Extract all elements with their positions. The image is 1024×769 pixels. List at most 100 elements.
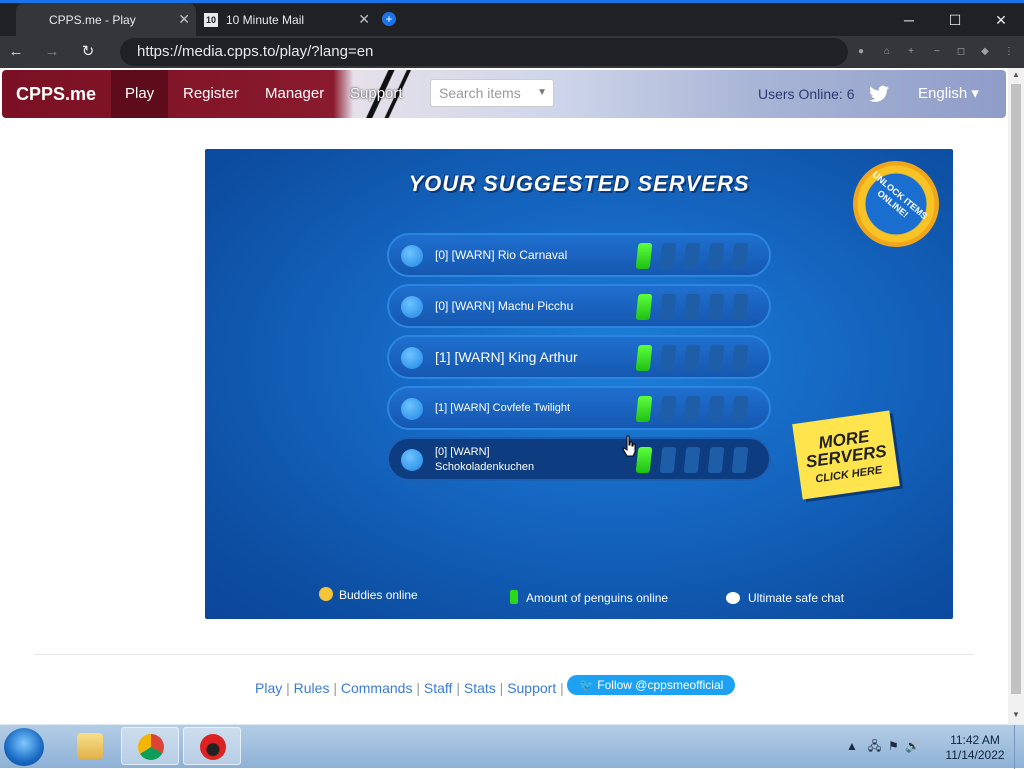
server-row[interactable]: [0] [WARN] Rio Carnaval <box>387 233 771 277</box>
extension-icon[interactable]: − <box>930 45 944 59</box>
browser-toolbar: ← → ↻ https://media.cpps.to/play/?lang=e… <box>0 36 1024 68</box>
footer-links: Play | Rules | Commands | Staff | Stats … <box>255 680 564 696</box>
nav-register[interactable]: Register <box>169 70 253 118</box>
extension-icon[interactable]: ● <box>854 45 868 59</box>
footer-link-commands[interactable]: Commands <box>341 680 413 696</box>
server-name: [1] [WARN] Covfefe Twilight <box>435 402 571 414</box>
population-bar <box>707 243 725 269</box>
taskbar-app[interactable] <box>183 727 241 765</box>
chat-bubble-icon <box>726 592 740 604</box>
start-button[interactable] <box>4 728 44 766</box>
tab-10-minute-mail[interactable]: 10 10 Minute Mail ✕ <box>196 3 376 36</box>
server-name: [0] [WARN] Schokoladenkuchen <box>435 446 535 473</box>
server-row-hovered[interactable]: [0] [WARN] Schokoladenkuchen <box>387 437 771 481</box>
nav-manager[interactable]: Manager <box>251 70 338 118</box>
footer-divider <box>34 654 974 655</box>
close-icon[interactable]: ✕ <box>178 11 190 28</box>
footer-link-support[interactable]: Support <box>507 680 556 696</box>
population-bar <box>635 396 653 422</box>
show-desktop-button[interactable] <box>1014 725 1024 769</box>
twitter-follow-button[interactable]: 🐦 Follow @cppsmeofficial <box>567 675 736 695</box>
menu-icon[interactable]: ⋮ <box>1002 45 1016 59</box>
action-center-flag-icon[interactable]: ⚑ <box>888 739 899 753</box>
population-bar <box>707 345 725 371</box>
server-row[interactable]: [1] [WARN] Covfefe Twilight <box>387 386 771 430</box>
nav-play[interactable]: Play <box>111 70 169 118</box>
reload-icon[interactable]: ↻ <box>78 42 98 62</box>
web-page: CPPS.me Play Register Manager Support Se… <box>0 68 1008 724</box>
population-bar <box>731 243 749 269</box>
population-bar <box>707 294 725 320</box>
minimize-button[interactable]: ─ <box>896 9 922 31</box>
game-server-select: YOUR SUGGESTED SERVERS UNLOCK ITEMS ONLI… <box>205 149 953 619</box>
forward-arrow-icon[interactable]: → <box>42 42 62 62</box>
buddy-smiley-icon <box>401 347 423 369</box>
unlock-items-badge[interactable]: UNLOCK ITEMS ONLINE! <box>853 161 939 247</box>
legend-buddies: Buddies online <box>319 586 418 604</box>
page-scrollbar[interactable]: ▲ ▼ <box>1008 68 1024 724</box>
clock-time: 11:42 AM <box>950 733 1000 747</box>
more-servers-button[interactable]: MORE SERVERS CLICK HERE <box>792 410 900 500</box>
folder-icon <box>77 733 103 759</box>
population-bar <box>731 396 749 422</box>
chrome-icon <box>138 734 164 760</box>
back-arrow-icon[interactable]: ← <box>6 42 26 62</box>
legend-penguins: Amount of penguins online <box>510 589 668 607</box>
taskbar-explorer[interactable] <box>61 727 119 765</box>
site-brand[interactable]: CPPS.me <box>16 70 96 118</box>
population-bar <box>659 447 677 473</box>
population-bar <box>683 243 701 269</box>
server-row[interactable]: [1] [WARN] King Arthur <box>387 335 771 379</box>
extension-icon[interactable]: ⌂ <box>880 45 894 59</box>
scroll-down-icon[interactable]: ▼ <box>1012 710 1020 719</box>
address-bar[interactable]: https://media.cpps.to/play/?lang=en <box>120 38 848 66</box>
server-row[interactable]: [0] [WARN] Machu Picchu <box>387 284 771 328</box>
population-bar <box>635 294 653 320</box>
buddy-smiley-icon <box>401 398 423 420</box>
game-title: YOUR SUGGESTED SERVERS <box>408 171 750 196</box>
close-window-button[interactable]: ✕ <box>988 9 1014 31</box>
buddy-smiley-icon <box>401 245 423 267</box>
extension-icon[interactable]: + <box>904 45 918 59</box>
footer-link-play[interactable]: Play <box>255 680 282 696</box>
system-tray[interactable]: ▲ 🖧 ⚑ 🔊 <box>846 737 920 758</box>
tray-expand-icon[interactable]: ▲ <box>846 739 858 753</box>
windows-taskbar: ▲ 🖧 ⚑ 🔊 11:42 AM 11/14/2022 <box>0 724 1024 769</box>
population-bar <box>683 447 701 473</box>
population-bar <box>635 345 653 371</box>
population-bar <box>635 447 653 473</box>
network-icon[interactable]: 🖧 <box>868 739 881 753</box>
maximize-button[interactable]: ☐ <box>942 9 968 31</box>
ten-minute-mail-favicon-icon: 10 <box>204 12 218 27</box>
chevron-down-icon: ▼ <box>537 87 547 98</box>
population-bar <box>659 396 677 422</box>
server-name: [0] [WARN] Rio Carnaval <box>435 248 568 262</box>
volume-icon[interactable]: 🔊 <box>905 739 920 753</box>
footer-link-stats[interactable]: Stats <box>464 680 496 696</box>
population-bar <box>731 294 749 320</box>
taskbar-clock[interactable]: 11:42 AM 11/14/2022 <box>940 733 1010 763</box>
scrollbar-thumb[interactable] <box>1011 84 1021 694</box>
new-tab-icon[interactable]: + <box>382 12 396 26</box>
language-selector[interactable]: English ▾ <box>918 70 979 118</box>
twitter-icon[interactable] <box>869 85 889 103</box>
buddy-smiley-icon <box>401 449 423 471</box>
taskbar-chrome[interactable] <box>121 727 179 765</box>
footer-link-rules[interactable]: Rules <box>294 680 330 696</box>
population-bar <box>731 447 749 473</box>
tab-cpps-play[interactable]: CPPS.me - Play ✕ <box>16 3 196 36</box>
search-placeholder: Search items <box>439 85 521 101</box>
population-bar <box>683 396 701 422</box>
footer-link-staff[interactable]: Staff <box>424 680 453 696</box>
nav-support[interactable]: Support <box>336 70 417 118</box>
population-bar <box>659 243 677 269</box>
scroll-up-icon[interactable]: ▲ <box>1012 70 1020 79</box>
population-bar <box>683 345 701 371</box>
extension-icon[interactable]: ◆ <box>978 45 992 59</box>
search-items-dropdown[interactable]: Search items ▼ <box>430 79 554 107</box>
clock-date: 11/14/2022 <box>945 748 1005 762</box>
extension-icon[interactable]: ◻ <box>954 45 968 59</box>
twitter-icon: 🐦 <box>579 678 594 692</box>
population-bar <box>659 345 677 371</box>
close-icon[interactable]: ✕ <box>358 11 370 28</box>
